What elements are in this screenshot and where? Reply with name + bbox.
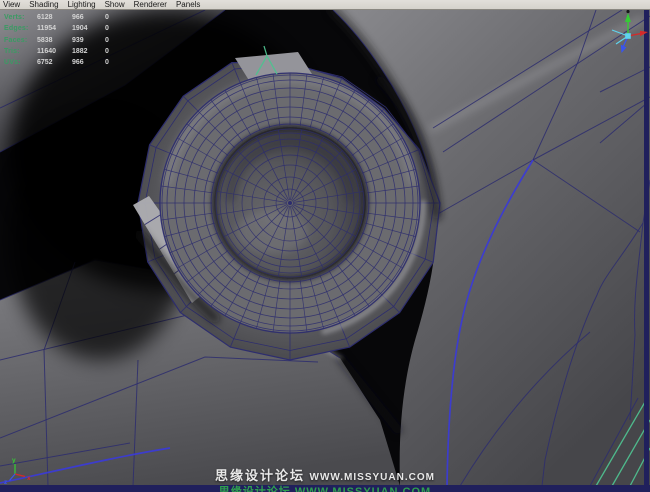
watermark-url-text: WWW.MISSYUAN.COM — [310, 472, 435, 483]
viewport-menubar: View Shading Lighting Show Renderer Pane… — [0, 0, 650, 10]
hud-poly-count: Verts: 6128 966 0 Edges: 11954 1904 0 Fa… — [4, 12, 119, 68]
menu-renderer[interactable]: Renderer — [134, 0, 167, 9]
hud-value: 966 — [72, 59, 105, 66]
hud-row-faces: Faces: 5838 939 0 — [4, 35, 119, 46]
menu-view[interactable]: View — [3, 0, 20, 9]
headlight-bowl — [211, 124, 369, 282]
hud-row-uvs: UVs: 6752 966 0 — [4, 57, 119, 68]
mesh-border-right — [644, 10, 649, 492]
hud-label: Faces: — [4, 37, 37, 44]
hud-value: 11954 — [37, 25, 72, 32]
watermark-cn-text: 思缘设计论坛 — [215, 468, 305, 483]
hud-value: 0 — [105, 48, 119, 55]
hud-value: 939 — [72, 37, 105, 44]
hud-value: 1882 — [72, 48, 105, 55]
hud-value: 966 — [72, 14, 105, 21]
axis-y-label: y — [12, 457, 16, 464]
hud-value: 0 — [105, 14, 119, 21]
hud-value: 6128 — [37, 14, 72, 21]
manipulator-top-dot — [626, 10, 629, 13]
watermark: 思缘设计论坛 WWW.MISSYUAN.COM — [0, 465, 650, 485]
hud-row-edges: Edges: 11954 1904 0 — [4, 23, 119, 34]
hud-value: 5838 — [37, 37, 72, 44]
viewport-canvas[interactable]: y x z — [0, 10, 650, 492]
hud-label: Edges: — [4, 25, 37, 32]
hud-value: 6752 — [37, 59, 72, 66]
hud-label: UVs: — [4, 59, 37, 66]
menu-panels[interactable]: Panels — [176, 0, 200, 9]
menu-shading[interactable]: Shading — [29, 0, 58, 9]
hud-value: 1904 — [72, 25, 105, 32]
hud-label: Verts: — [4, 14, 37, 21]
hud-row-tris: Tris: 11640 1882 0 — [4, 46, 119, 57]
hud-label: Tris: — [4, 48, 37, 55]
hud-value: 11640 — [37, 48, 72, 55]
hud-value: 0 — [105, 37, 119, 44]
menu-lighting[interactable]: Lighting — [68, 0, 96, 9]
maya-viewport-window: View Shading Lighting Show Renderer Pane… — [0, 0, 650, 492]
bowl-center-vertex — [288, 201, 292, 205]
hud-value: 0 — [105, 25, 119, 32]
hud-row-verts: Verts: 6128 966 0 — [4, 12, 119, 23]
manipulator-center-handle — [625, 33, 631, 39]
watermark-line2: 思缘设计论坛 WWW.MISSYUAN.COM — [0, 483, 650, 492]
hud-value: 0 — [105, 59, 119, 66]
menu-show[interactable]: Show — [105, 0, 125, 9]
